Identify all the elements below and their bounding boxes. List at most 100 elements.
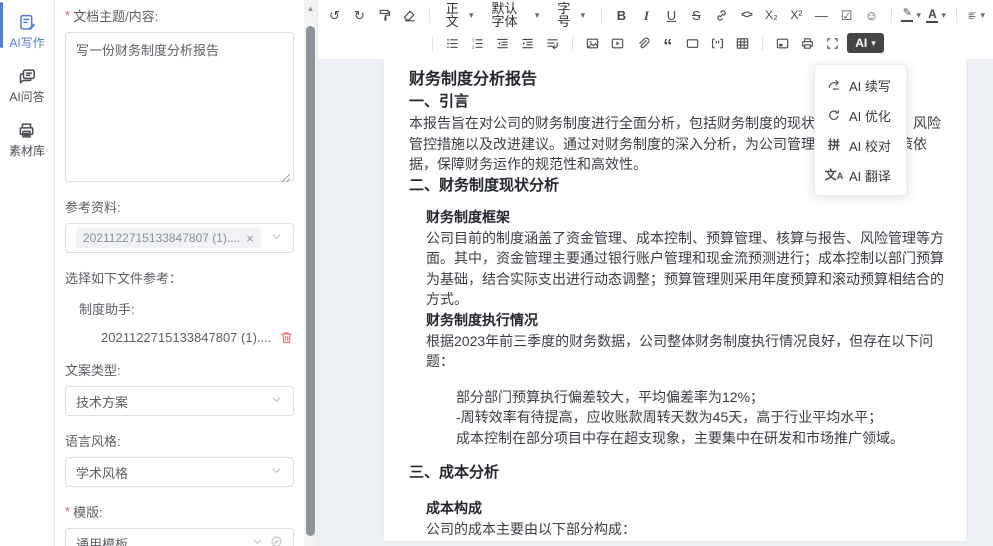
font-size-dropdown[interactable]: 字号▾ — [549, 4, 593, 27]
ai-continue-icon — [826, 78, 842, 92]
check-circle-icon — [270, 535, 283, 546]
ai-qa-icon — [17, 66, 37, 86]
indent-icon[interactable] — [516, 32, 539, 55]
caret-down-icon: ▾ — [581, 11, 586, 20]
remove-tag-icon[interactable]: × — [246, 232, 254, 245]
doc-paragraph: 公司目前的制度涵盖了资金管理、成本控制、预算管理、核算与报告、风险管理等方面。其… — [426, 228, 946, 310]
align-icon[interactable]: ▾ — [964, 4, 988, 27]
doc-type-select[interactable]: 技术方案 — [65, 386, 294, 416]
reference-label: 参考资料: — [65, 197, 294, 216]
redo-icon[interactable]: ↻ — [348, 4, 371, 27]
horizontal-rule-icon[interactable]: — — [810, 4, 833, 27]
quote-icon[interactable]: “ — [656, 32, 679, 55]
sidebar-item-ai-writing[interactable]: AI写作 — [9, 12, 44, 51]
fullscreen-icon[interactable] — [821, 32, 844, 55]
material-library-icon — [17, 120, 37, 140]
sidebar-item-material-library[interactable]: 素材库 — [9, 120, 45, 159]
subscript-icon[interactable]: X₂ — [760, 4, 783, 27]
ordered-list-icon[interactable]: 12 — [466, 32, 489, 55]
print-icon[interactable] — [796, 32, 819, 55]
chevron-down-icon — [270, 393, 283, 409]
topic-label: * 文档主题/内容: — [65, 6, 294, 25]
font-family-dropdown[interactable]: 默认字体▾ — [483, 4, 547, 27]
ai-menu-item-label: AI 优化 — [849, 106, 891, 125]
sidebar-item-label: AI写作 — [9, 34, 44, 51]
caret-down-icon: ▾ — [535, 11, 540, 20]
ai-menu-item-continue[interactable]: AI 续写 — [815, 70, 906, 100]
scroll-up-arrow-icon[interactable]: ▲ — [304, 4, 317, 13]
sidebar-item-ai-qa[interactable]: AI问答 — [9, 66, 44, 105]
doc-heading: 财务制度框架 — [426, 207, 946, 228]
caret-down-icon: ▾ — [980, 11, 985, 20]
ai-menu-item-optimize[interactable]: AI 优化 — [815, 100, 906, 130]
superscript-icon[interactable]: X² — [785, 4, 808, 27]
bullet-list-icon[interactable] — [441, 32, 464, 55]
editor-area: ↺↻ 正文▾默认字体▾字号▾ BIUS <>X₂X²—☑☺ ✎▾A▾ ▾ 12 “ AI▾ 财… — [317, 0, 993, 546]
italic-icon[interactable]: I — [635, 4, 658, 27]
sidebar-item-label: AI问答 — [9, 88, 44, 105]
eraser-icon[interactable] — [398, 4, 421, 27]
outdent-icon[interactable] — [491, 32, 514, 55]
emoji-icon[interactable]: ☺ — [860, 4, 883, 27]
reference-multiselect[interactable]: 2021122715133847807 (1).... × — [65, 223, 294, 253]
doc-heading: 财务制度执行情况 — [426, 310, 946, 331]
ai-optimize-icon — [826, 108, 842, 122]
inline-code-icon[interactable]: <> — [735, 4, 758, 27]
bold-icon[interactable]: B — [610, 4, 633, 27]
doc-heading: 成本构成 — [426, 498, 946, 519]
video-icon[interactable] — [606, 32, 629, 55]
ai-proofread-icon: 拼 — [826, 139, 842, 151]
toolbar-row-1: ↺↻ 正文▾默认字体▾字号▾ BIUS <>X₂X²—☑☺ ✎▾A▾ ▾ — [322, 1, 989, 29]
table-icon[interactable] — [731, 32, 754, 55]
style-label: 语言风格: — [65, 431, 294, 450]
template-select[interactable]: 通用模板 — [65, 528, 294, 546]
toolbar-row-2: 12 “ AI▾ — [322, 29, 989, 57]
font-color-icon[interactable]: A▾ — [925, 4, 948, 27]
doc-heading: 三、成本分析 — [409, 462, 946, 484]
selected-reference-tag: 2021122715133847807 (1).... × — [76, 228, 261, 248]
annotation-icon[interactable] — [706, 32, 729, 55]
scrollbar-thumb[interactable] — [306, 26, 315, 536]
card-icon[interactable] — [771, 32, 794, 55]
chevron-down-icon — [270, 464, 283, 480]
toolbar-divider — [572, 36, 573, 51]
format-painter-icon[interactable] — [373, 4, 396, 27]
toolbar-divider — [891, 8, 892, 23]
writing-form-panel: * 文档主题/内容: 写一份财务制度分析报告 参考资料: 20211227151… — [55, 0, 304, 546]
line-spacing-icon[interactable] — [541, 32, 564, 55]
code-block-icon[interactable] — [681, 32, 704, 55]
toolbar-divider — [429, 8, 430, 23]
doc-paragraph: 成本控制在部分项目中存在超支现象，主要集中在研发和市场推广领域。 — [456, 428, 946, 449]
underline-icon[interactable]: U — [660, 4, 683, 27]
highlight-color-icon[interactable]: ✎▾ — [900, 4, 923, 27]
doc-type-label: 文案类型: — [65, 360, 294, 379]
file-reference-label: 选择如下文件参考： — [65, 268, 294, 287]
topic-input[interactable]: 写一份财务制度分析报告 — [65, 32, 294, 182]
ai-menu-item-label: AI 续写 — [849, 76, 891, 95]
caret-down-icon: ▾ — [469, 11, 474, 20]
link-icon[interactable] — [710, 4, 733, 27]
reference-file-name: 2021122715133847807 (1).... — [101, 330, 271, 345]
toolbar-divider — [601, 8, 602, 23]
sidebar-item-label: 素材库 — [9, 142, 45, 159]
toolbar-divider — [956, 8, 957, 23]
style-select[interactable]: 学术风格 — [65, 457, 294, 487]
ai-menu-item-translate[interactable]: 文AAI 翻译 — [815, 160, 906, 190]
svg-text:1: 1 — [472, 37, 475, 42]
panel-scrollbar[interactable]: ▲ — [304, 0, 317, 546]
ai-menu-button[interactable]: AI▾ — [847, 33, 884, 53]
attachment-icon[interactable] — [631, 32, 654, 55]
required-marker: * — [65, 504, 70, 519]
toolbar-divider — [762, 36, 763, 51]
task-list-icon[interactable]: ☑ — [835, 4, 858, 27]
undo-icon[interactable]: ↺ — [323, 4, 346, 27]
delete-file-icon[interactable] — [279, 330, 294, 345]
app-window: AI写作 AI问答素材库 * 文档主题/内容: 写一份财务制度分析报告 参考资料:… — [0, 0, 993, 546]
toolbar-divider — [432, 36, 433, 51]
resize-handle-icon[interactable] — [281, 169, 291, 179]
strikethrough-icon[interactable]: S — [685, 4, 708, 27]
ai-menu-item-proofread[interactable]: 拼 AI 校对 — [815, 130, 906, 160]
image-icon[interactable] — [581, 32, 604, 55]
paragraph-style-dropdown[interactable]: 正文▾ — [438, 4, 482, 27]
ai-menu-item-label: AI 校对 — [849, 136, 891, 155]
